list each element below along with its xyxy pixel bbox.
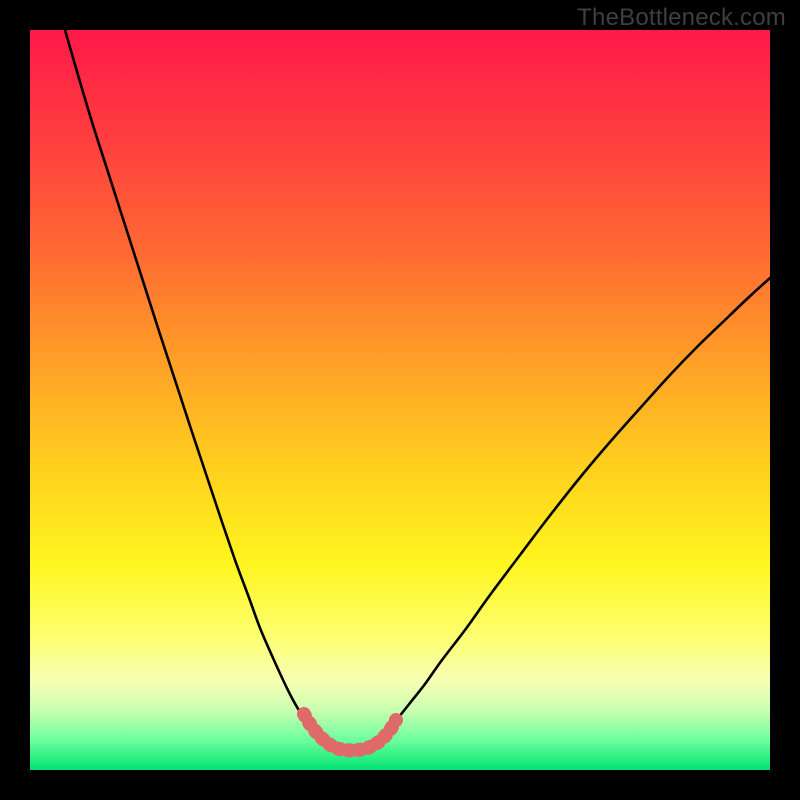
series-right-curve xyxy=(388,278,770,730)
plot-area xyxy=(30,30,770,770)
curves-layer xyxy=(30,30,770,770)
watermark-text: TheBottleneck.com xyxy=(577,4,786,32)
chart-container: TheBottleneck.com xyxy=(0,0,800,800)
series-left-curve xyxy=(65,30,313,730)
series-valley-band xyxy=(304,714,396,750)
